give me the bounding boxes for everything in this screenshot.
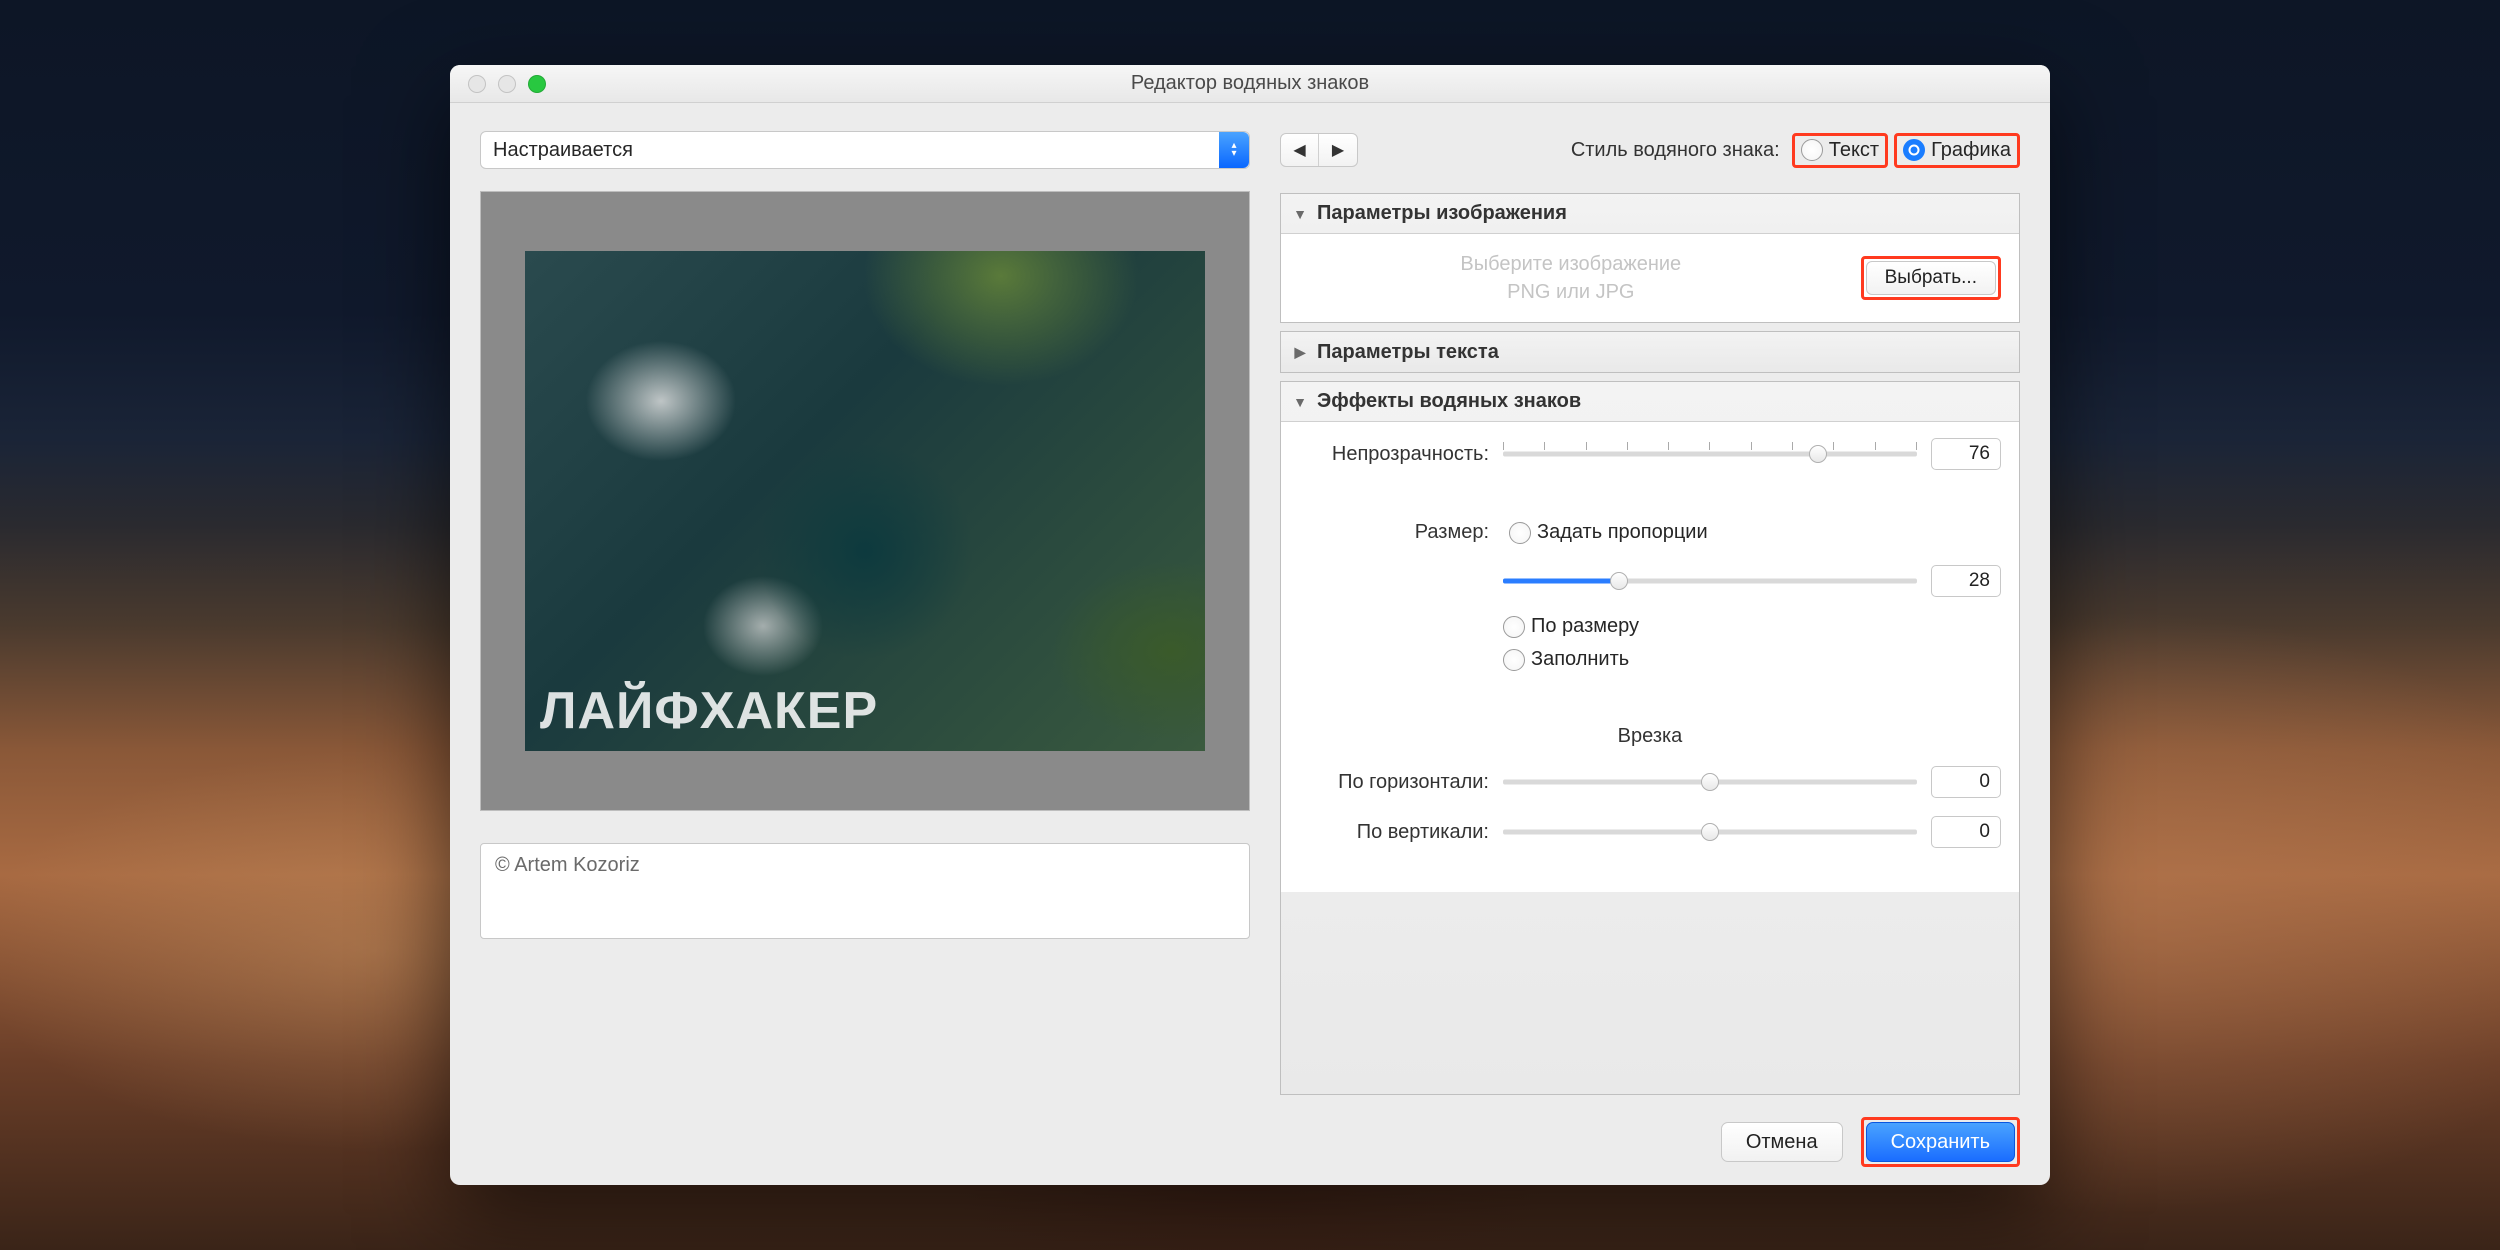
text-params-panel: ▶ Параметры текста [1280,331,2020,373]
style-radio-group: Текст Графика [1792,133,2020,168]
size-proportions-radio[interactable]: Задать пропорции [1503,518,1714,547]
preview-image: ЛАЙФХАКЕР [525,251,1205,751]
opacity-row: Непрозрачность: 76 [1299,438,2001,470]
text-params-header[interactable]: ▶ Параметры текста [1281,332,2019,372]
inset-v-label: По вертикали: [1299,821,1489,844]
triangle-down-icon: ▼ [1293,206,1307,222]
window-title: Редактор водяных знаков [450,72,2050,95]
watermark-editor-window: Редактор водяных знаков Настраивается ЛА… [450,65,2050,1185]
inset-h-slider[interactable] [1503,770,1917,794]
triangle-down-icon: ▼ [1293,394,1307,410]
radio-icon [1503,649,1525,671]
left-column: Настраивается ЛАЙФХАКЕР © Artem Kozoriz [480,131,1250,1095]
right-column: ◀ ▶ Стиль водяного знака: Текст Графика [1280,131,2020,1095]
size-slider[interactable] [1503,569,1917,593]
radio-icon [1503,616,1525,638]
minimize-button[interactable] [498,75,516,93]
image-params-title: Параметры изображения [1317,202,1567,225]
size-label: Размер: [1299,521,1489,544]
top-row: ◀ ▶ Стиль водяного знака: Текст Графика [1280,131,2020,169]
close-button[interactable] [468,75,486,93]
traffic-lights [450,75,546,93]
prev-button[interactable]: ◀ [1281,134,1319,166]
choose-image-button[interactable]: Выбрать... [1866,261,1996,295]
dialog-footer: Отмена Сохранить [450,1113,2050,1185]
inset-vertical-row: По вертикали: 0 [1299,816,2001,848]
preview-frame: ЛАЙФХАКЕР [480,191,1250,811]
inset-h-value[interactable]: 0 [1931,766,2001,798]
effects-title: Эффекты водяных знаков [1317,390,1581,413]
style-text-radio[interactable]: Текст [1792,133,1888,168]
inset-v-slider[interactable] [1503,820,1917,844]
radio-icon [1903,139,1925,161]
titlebar: Редактор водяных знаков [450,65,2050,103]
effects-body: Непрозрачность: 76 Размер: [1281,422,2019,892]
radio-icon [1801,139,1823,161]
size-options: По размеру Заполнить [1503,615,2001,671]
style-graphic-label: Графика [1931,139,2011,162]
size-fit-radio[interactable]: По размеру [1503,615,2001,638]
preset-selected-value: Настраивается [493,139,633,162]
cancel-button[interactable]: Отмена [1721,1122,1843,1162]
inset-h-label: По горизонтали: [1299,771,1489,794]
style-label: Стиль водяного знака: [1571,139,1780,162]
inset-label: Врезка [1299,725,2001,748]
next-button[interactable]: ▶ [1319,134,1357,166]
image-params-body: Выберите изображение PNG или JPG Выбрать… [1281,234,2019,322]
radio-icon [1509,522,1531,544]
size-fill-radio[interactable]: Заполнить [1503,648,2001,671]
dropdown-arrows-icon [1219,132,1249,168]
image-params-header[interactable]: ▼ Параметры изображения [1281,194,2019,234]
size-proportions-row: Размер: Задать пропорции [1299,518,2001,547]
content: Настраивается ЛАЙФХАКЕР © Artem Kozoriz … [450,103,2050,1113]
copyright-text-input[interactable]: © Artem Kozoriz [480,843,1250,939]
opacity-label: Непрозрачность: [1299,443,1489,466]
inset-v-value[interactable]: 0 [1931,816,2001,848]
image-select-hint: Выберите изображение PNG или JPG [1299,250,1843,306]
panels: ▼ Параметры изображения Выберите изображ… [1280,193,2020,1095]
style-text-label: Текст [1829,139,1879,162]
image-params-panel: ▼ Параметры изображения Выберите изображ… [1280,193,2020,323]
effects-header[interactable]: ▼ Эффекты водяных знаков [1281,382,2019,422]
preset-select[interactable]: Настраивается [480,131,1250,169]
style-graphic-radio[interactable]: Графика [1894,133,2020,168]
size-slider-row: 28 [1299,565,2001,597]
triangle-right-icon: ▶ [1293,344,1307,361]
watermark-preview-text: ЛАЙФХАКЕР [540,681,878,741]
inset-horizontal-row: По горизонтали: 0 [1299,766,2001,798]
opacity-slider[interactable] [1503,442,1917,466]
save-button[interactable]: Сохранить [1866,1122,2015,1162]
size-value[interactable]: 28 [1931,565,2001,597]
text-params-title: Параметры текста [1317,341,1499,364]
opacity-value[interactable]: 76 [1931,438,2001,470]
preview-nav: ◀ ▶ [1280,133,1358,167]
maximize-button[interactable] [528,75,546,93]
effects-panel: ▼ Эффекты водяных знаков Непрозрачность:… [1280,381,2020,1095]
copyright-value: © Artem Kozoriz [495,854,640,876]
